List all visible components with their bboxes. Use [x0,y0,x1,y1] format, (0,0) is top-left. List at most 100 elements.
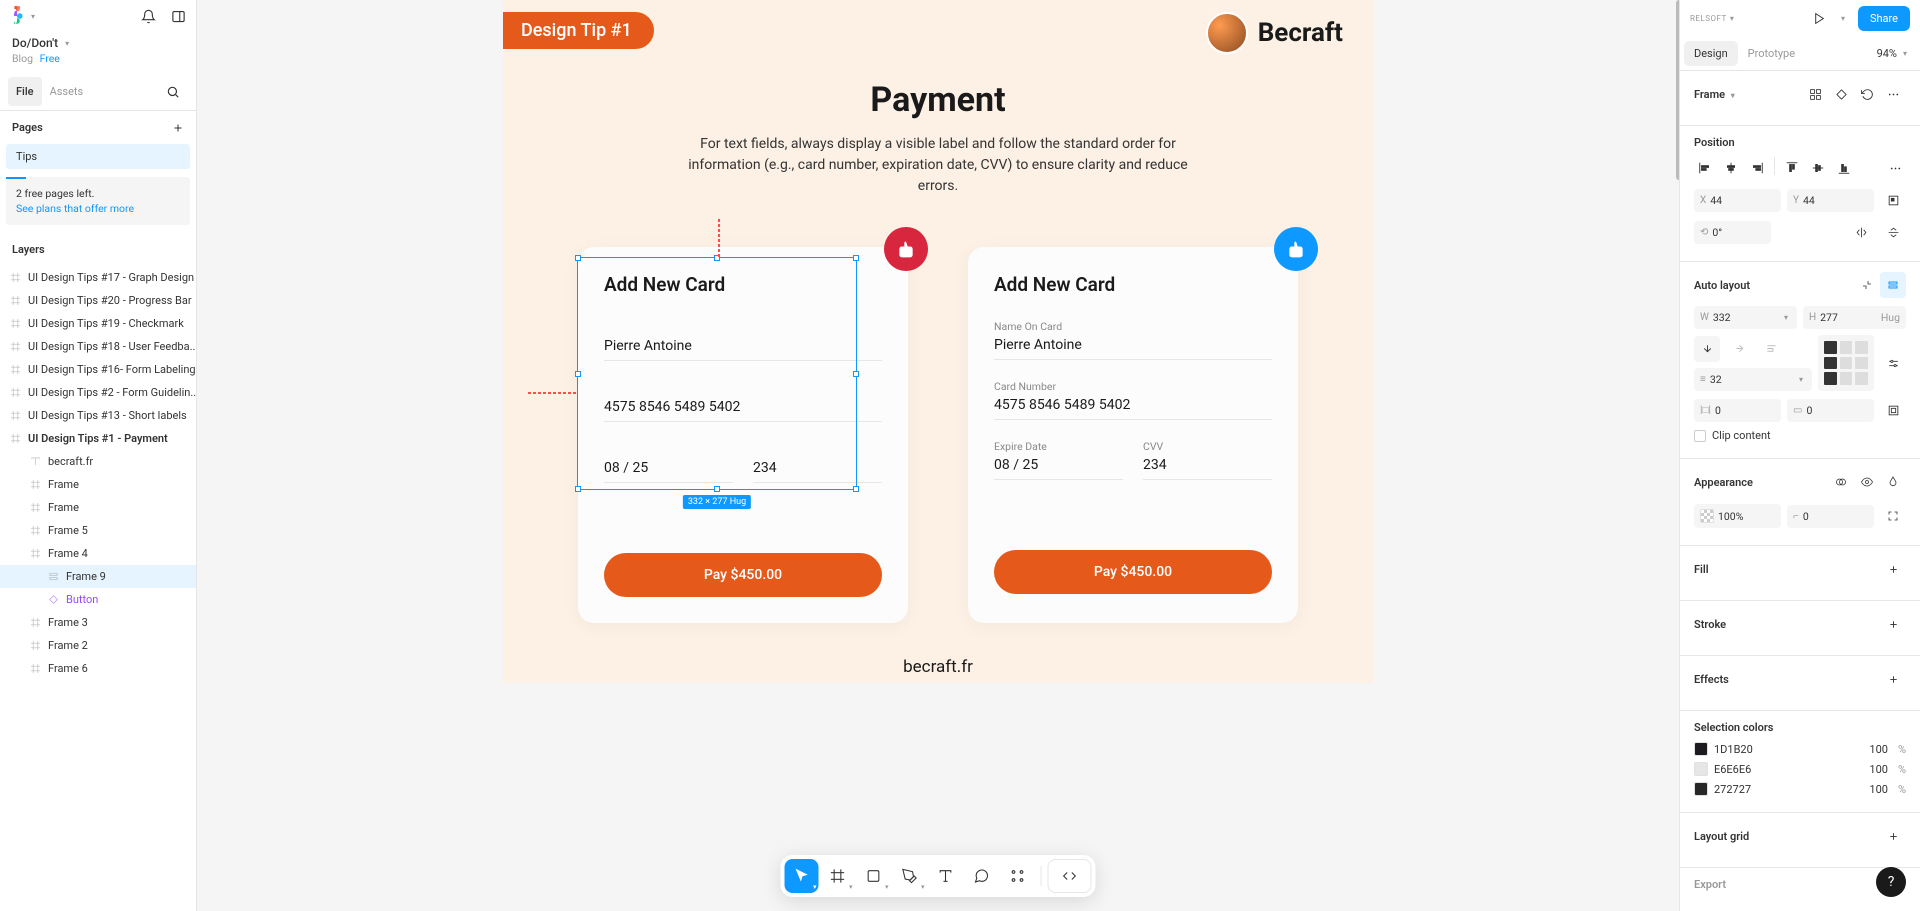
absolute-position-button[interactable] [1880,187,1906,213]
position-x-input[interactable]: X44 [1694,189,1781,212]
actions-tool[interactable] [1001,859,1035,893]
layer-row[interactable]: Button [0,588,196,611]
layer-row[interactable]: UI Design Tips #18 - User Feedba... [0,335,196,358]
selection-color-row[interactable]: 1D1B20100% [1694,742,1906,756]
share-button[interactable]: Share [1858,6,1910,31]
see-plans-link[interactable]: See plans that offer more [16,202,180,215]
align-right-button[interactable] [1746,157,1768,179]
search-button[interactable] [158,77,188,107]
main-menu-button[interactable]: ▾ [10,6,38,26]
plan-badge[interactable]: Free [40,52,60,65]
selection-color-row[interactable]: 272727100% [1694,782,1906,796]
direction-vertical-button[interactable] [1694,336,1720,362]
gap-input[interactable]: ≡32▾ [1694,368,1812,391]
canvas[interactable]: Design Tip #1 Becraft Payment For text f… [197,0,1679,911]
opacity-input[interactable]: 100% [1694,504,1781,528]
tab-design[interactable]: Design [1684,41,1738,66]
add-effect-button[interactable] [1880,666,1906,692]
present-button[interactable] [1812,11,1828,27]
selection-color-row[interactable]: E6E6E6100% [1694,762,1906,776]
layer-row[interactable]: Frame 6 [0,657,196,680]
help-button[interactable]: ? [1876,867,1906,897]
team-dropdown[interactable]: RELSOFT ▾ [1690,14,1734,23]
layer-row[interactable]: UI Design Tips #2 - Form Guidelin... [0,381,196,404]
more-button[interactable] [1880,81,1906,107]
autolayout-remove-button[interactable] [1854,272,1880,298]
dev-mode-toggle[interactable] [1048,859,1092,893]
export-header: Export [1694,878,1726,891]
add-layout-grid-button[interactable] [1880,823,1906,849]
flip-v-button[interactable] [1880,219,1906,245]
autolayout-add-button[interactable] [1880,272,1906,298]
layer-row[interactable]: Frame 3 [0,611,196,634]
tab-file[interactable]: File [8,77,42,106]
layer-row[interactable]: Frame 5 [0,519,196,542]
visibility-button[interactable] [1854,469,1880,495]
layer-row[interactable]: Frame 9 [0,565,196,588]
component-button[interactable] [1802,81,1828,107]
add-stroke-button[interactable] [1880,611,1906,637]
card-do[interactable]: Add New Card Name On Card Pierre Antoine… [968,247,1298,623]
layer-row[interactable]: UI Design Tips #20 - Progress Bar [0,289,196,312]
position-y-input[interactable]: Y44 [1787,189,1874,212]
text-tool[interactable] [929,859,963,893]
variable-button[interactable] [1880,469,1906,495]
pay-button[interactable]: Pay $450.00 [994,550,1272,594]
layer-row[interactable]: Frame 4 [0,542,196,565]
card-dont[interactable]: Add New Card Pierre Antoine 4575 8546 54… [578,247,908,623]
move-tool[interactable]: ▾ [785,859,819,893]
pay-button[interactable]: Pay $450.00 [604,553,882,597]
padding-individual-button[interactable] [1880,397,1906,423]
chevron-down-icon[interactable]: ▾ [1838,14,1848,23]
blend-mode-button[interactable] [1828,469,1854,495]
artboard[interactable]: Design Tip #1 Becraft Payment For text f… [503,0,1373,683]
padding-h-input[interactable]: |□|0 [1694,399,1781,422]
direction-horizontal-button[interactable] [1726,336,1752,362]
alignment-grid[interactable] [1818,335,1874,391]
align-more-button[interactable] [1884,157,1906,179]
comment-tool[interactable] [965,859,999,893]
rotation-input[interactable]: ⟲0° [1694,221,1771,244]
field-label: Expire Date [994,440,1123,453]
layer-row[interactable]: UI Design Tips #13 - Short labels [0,404,196,427]
width-input[interactable]: W332▾ [1694,306,1797,329]
toggle-sidebar-button[interactable] [170,8,186,24]
add-page-button[interactable] [172,122,184,134]
frame-type-dropdown[interactable]: Frame ▾ [1694,88,1738,101]
flip-h-button[interactable] [1848,219,1874,245]
canvas-scrollbar[interactable] [1673,0,1679,911]
padding-v-input[interactable]: ▭0 [1787,399,1874,422]
pen-tool[interactable]: ▾ [893,859,927,893]
align-left-button[interactable] [1694,157,1716,179]
layer-row[interactable]: UI Design Tips #19 - Checkmark [0,312,196,335]
instance-button[interactable] [1828,81,1854,107]
notifications-button[interactable] [140,8,156,24]
zoom-control[interactable]: 94% ▾ [1877,47,1910,60]
layer-row[interactable]: Frame [0,473,196,496]
height-input[interactable]: H277Hug [1803,306,1906,329]
layer-row[interactable]: UI Design Tips #1 - Payment [0,427,196,450]
layer-row[interactable]: becraft.fr [0,450,196,473]
reset-button[interactable] [1854,81,1880,107]
align-vcenter-button[interactable] [1807,157,1829,179]
align-top-button[interactable] [1781,157,1803,179]
page-item[interactable]: Tips [6,144,190,169]
frame-tool[interactable]: ▾ [821,859,855,893]
tab-prototype[interactable]: Prototype [1748,37,1795,70]
layer-row[interactable]: Frame [0,496,196,519]
layer-row[interactable]: UI Design Tips #17 - Graph Design [0,266,196,289]
file-name[interactable]: Do/Don't▾ [0,32,196,50]
layer-row[interactable]: Frame 2 [0,634,196,657]
clip-content-checkbox[interactable]: Clip content [1694,429,1771,442]
direction-wrap-button[interactable] [1758,336,1784,362]
individual-corners-button[interactable] [1880,503,1906,529]
autolayout-settings-button[interactable] [1880,350,1906,376]
corner-radius-input[interactable]: ⌐0 [1787,505,1874,528]
team-name[interactable]: Blog [12,52,33,65]
layer-row[interactable]: UI Design Tips #16- Form Labeling [0,358,196,381]
shape-tool[interactable]: ▾ [857,859,891,893]
align-bottom-button[interactable] [1833,157,1855,179]
tab-assets[interactable]: Assets [42,77,92,106]
align-hcenter-button[interactable] [1720,157,1742,179]
add-fill-button[interactable] [1880,556,1906,582]
